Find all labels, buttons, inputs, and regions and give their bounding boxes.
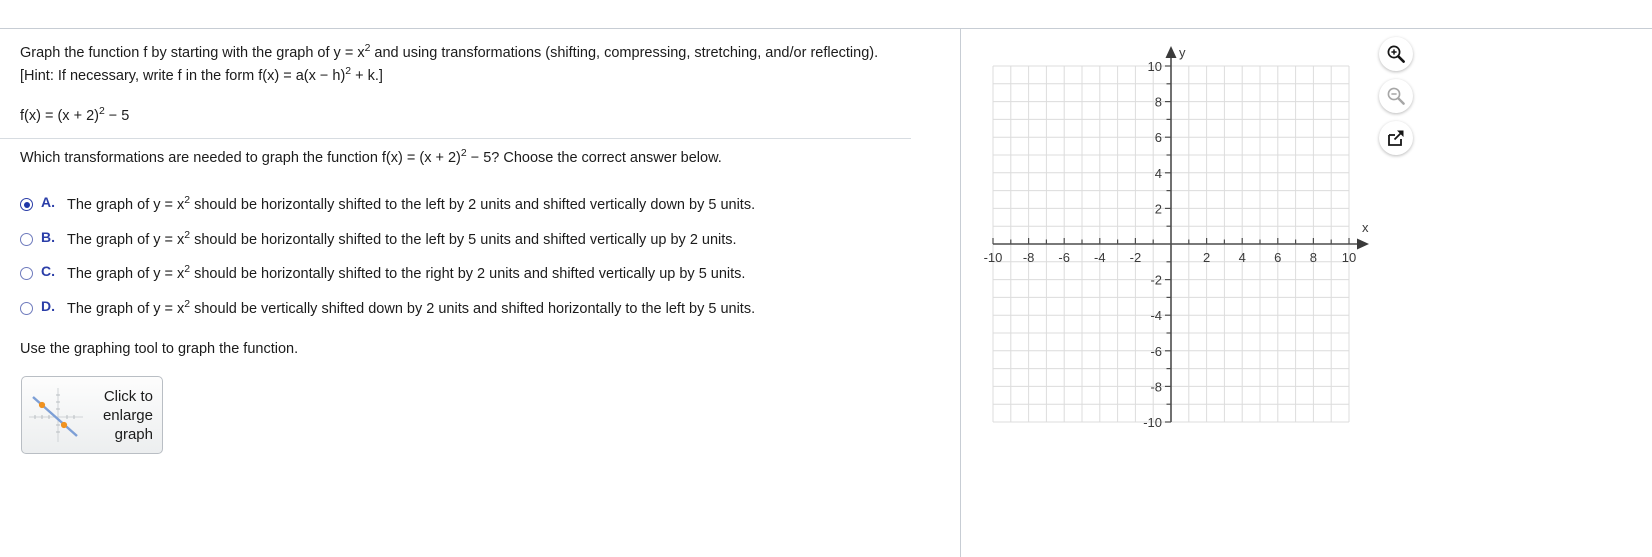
use-graphing-tool-text: Use the graphing tool to graph the funct… <box>20 341 299 357</box>
radio-button-c[interactable] <box>20 267 33 280</box>
choice-b-text-1: The graph of y = x <box>67 231 185 248</box>
x-tick-label: 10 <box>1342 250 1356 265</box>
section-divider <box>0 138 911 139</box>
click-to-enlarge-graph-button[interactable]: Click to enlarge graph <box>21 376 163 454</box>
x-tick-label: -10 <box>984 250 1003 265</box>
y-axis-label: y <box>1179 45 1186 60</box>
open-in-new-window-icon <box>1388 130 1404 146</box>
choice-letter-b: B. <box>41 228 55 245</box>
x-tick-label: -8 <box>1023 250 1035 265</box>
choice-c-text-2: should be horizontally shifted to the ri… <box>190 266 746 282</box>
choice-letter-a: A. <box>41 194 55 210</box>
y-tick-label: 4 <box>1155 166 1162 181</box>
zoom-in-icon <box>1387 45 1405 63</box>
function-definition: f(x) = (x + 2)2 − 5 <box>20 105 910 128</box>
graph-toolbar <box>1379 37 1425 163</box>
axes <box>993 46 1369 422</box>
x-tick-label: 6 <box>1274 250 1281 265</box>
answer-choice-d[interactable]: D. The graph of y = x2 should be vertica… <box>20 296 920 331</box>
y-tick-label: -8 <box>1150 379 1162 394</box>
question-text-2: − 5? Choose the correct answer below. <box>466 150 722 166</box>
instruction-text-1: Graph the function f by starting with th… <box>20 45 365 61</box>
coordinate-grid-svg[interactable]: -10 -8 -6 -4 -2 2 4 6 8 10 10 8 6 4 2 -2… <box>961 29 1401 439</box>
choice-text-c: The graph of y = x2 should be horizontal… <box>67 264 920 285</box>
y-tick-label: -4 <box>1150 308 1162 323</box>
enlarge-label-line2: enlarge <box>102 406 153 424</box>
x-tick-label: 4 <box>1239 250 1246 265</box>
choice-letter-c: C. <box>41 263 55 279</box>
question-text: Which transformations are needed to grap… <box>20 147 910 170</box>
y-axis-arrow <box>1165 46 1177 58</box>
choice-d-text-1: The graph of y = x <box>67 300 185 317</box>
y-tick-label: 6 <box>1155 130 1162 145</box>
problem-panel: Graph the function f by starting with th… <box>0 29 960 557</box>
x-axis-label: x <box>1362 220 1369 235</box>
y-tick-label: -6 <box>1150 344 1162 359</box>
enlarge-label-line3: graph <box>114 425 153 443</box>
y-tick-label: -2 <box>1150 273 1162 288</box>
problem-instruction: Graph the function f by starting with th… <box>20 42 910 88</box>
answer-choice-list: A. The graph of y = x2 should be horizon… <box>20 192 920 330</box>
enlarge-button-label: Click to enlarge graph <box>87 387 162 444</box>
x-tick-label: -2 <box>1130 250 1142 265</box>
y-tick-label: -10 <box>1143 415 1162 430</box>
choice-d-text-2: should be vertically shifted down by 2 u… <box>190 300 756 317</box>
x-axis-arrow <box>1357 238 1369 250</box>
zoom-out-button[interactable] <box>1379 79 1413 113</box>
y-tick-label: 10 <box>1148 59 1162 74</box>
choice-text-d: The graph of y = x2 should be vertically… <box>67 299 920 320</box>
x-tick-label: -6 <box>1058 250 1070 265</box>
y-tick-label: 2 <box>1155 201 1162 216</box>
zoom-in-button[interactable] <box>1379 37 1413 71</box>
instruction-text-3: + k.] <box>351 68 383 84</box>
answer-choice-b[interactable]: B. The graph of y = x2 should be horizon… <box>20 227 920 262</box>
y-tick-label: 8 <box>1155 95 1162 110</box>
function-text-2: − 5 <box>104 108 130 124</box>
radio-button-d[interactable] <box>20 301 33 315</box>
choice-a-text-2: should be horizontally shifted to the le… <box>190 197 756 213</box>
coordinate-plane[interactable]: -10 -8 -6 -4 -2 2 4 6 8 10 10 8 6 4 2 -2… <box>961 29 1401 439</box>
enlarge-label-line1: Click to <box>103 387 153 405</box>
open-in-new-window-button[interactable] <box>1379 121 1413 155</box>
answer-choice-a[interactable]: A. The graph of y = x2 should be horizon… <box>20 192 920 227</box>
choice-b-text-2: should be horizontally shifted to the le… <box>190 231 737 248</box>
choice-text-b: The graph of y = x2 should be horizontal… <box>67 230 920 251</box>
mini-graph-icon <box>29 388 83 442</box>
x-axis-tick-labels: -10 -8 -6 -4 -2 2 4 6 8 10 <box>984 250 1357 265</box>
choice-text-a: The graph of y = x2 should be horizontal… <box>67 195 920 216</box>
answer-choice-c[interactable]: C. The graph of y = x2 should be horizon… <box>20 261 920 296</box>
graph-panel: -10 -8 -6 -4 -2 2 4 6 8 10 10 8 6 4 2 -2… <box>961 29 1652 557</box>
x-tick-label: 2 <box>1203 250 1210 265</box>
x-tick-label: -4 <box>1094 250 1106 265</box>
radio-button-b[interactable] <box>20 232 33 246</box>
choice-a-text-1: The graph of y = x <box>67 197 185 213</box>
choice-letter-d: D. <box>41 297 55 314</box>
choice-c-text-1: The graph of y = x <box>67 266 185 282</box>
x-tick-label: 8 <box>1310 250 1317 265</box>
radio-button-a[interactable] <box>20 198 33 211</box>
function-text-1: f(x) = (x + 2) <box>20 108 99 124</box>
zoom-out-icon <box>1387 87 1405 105</box>
question-text-1: Which transformations are needed to grap… <box>20 150 461 166</box>
